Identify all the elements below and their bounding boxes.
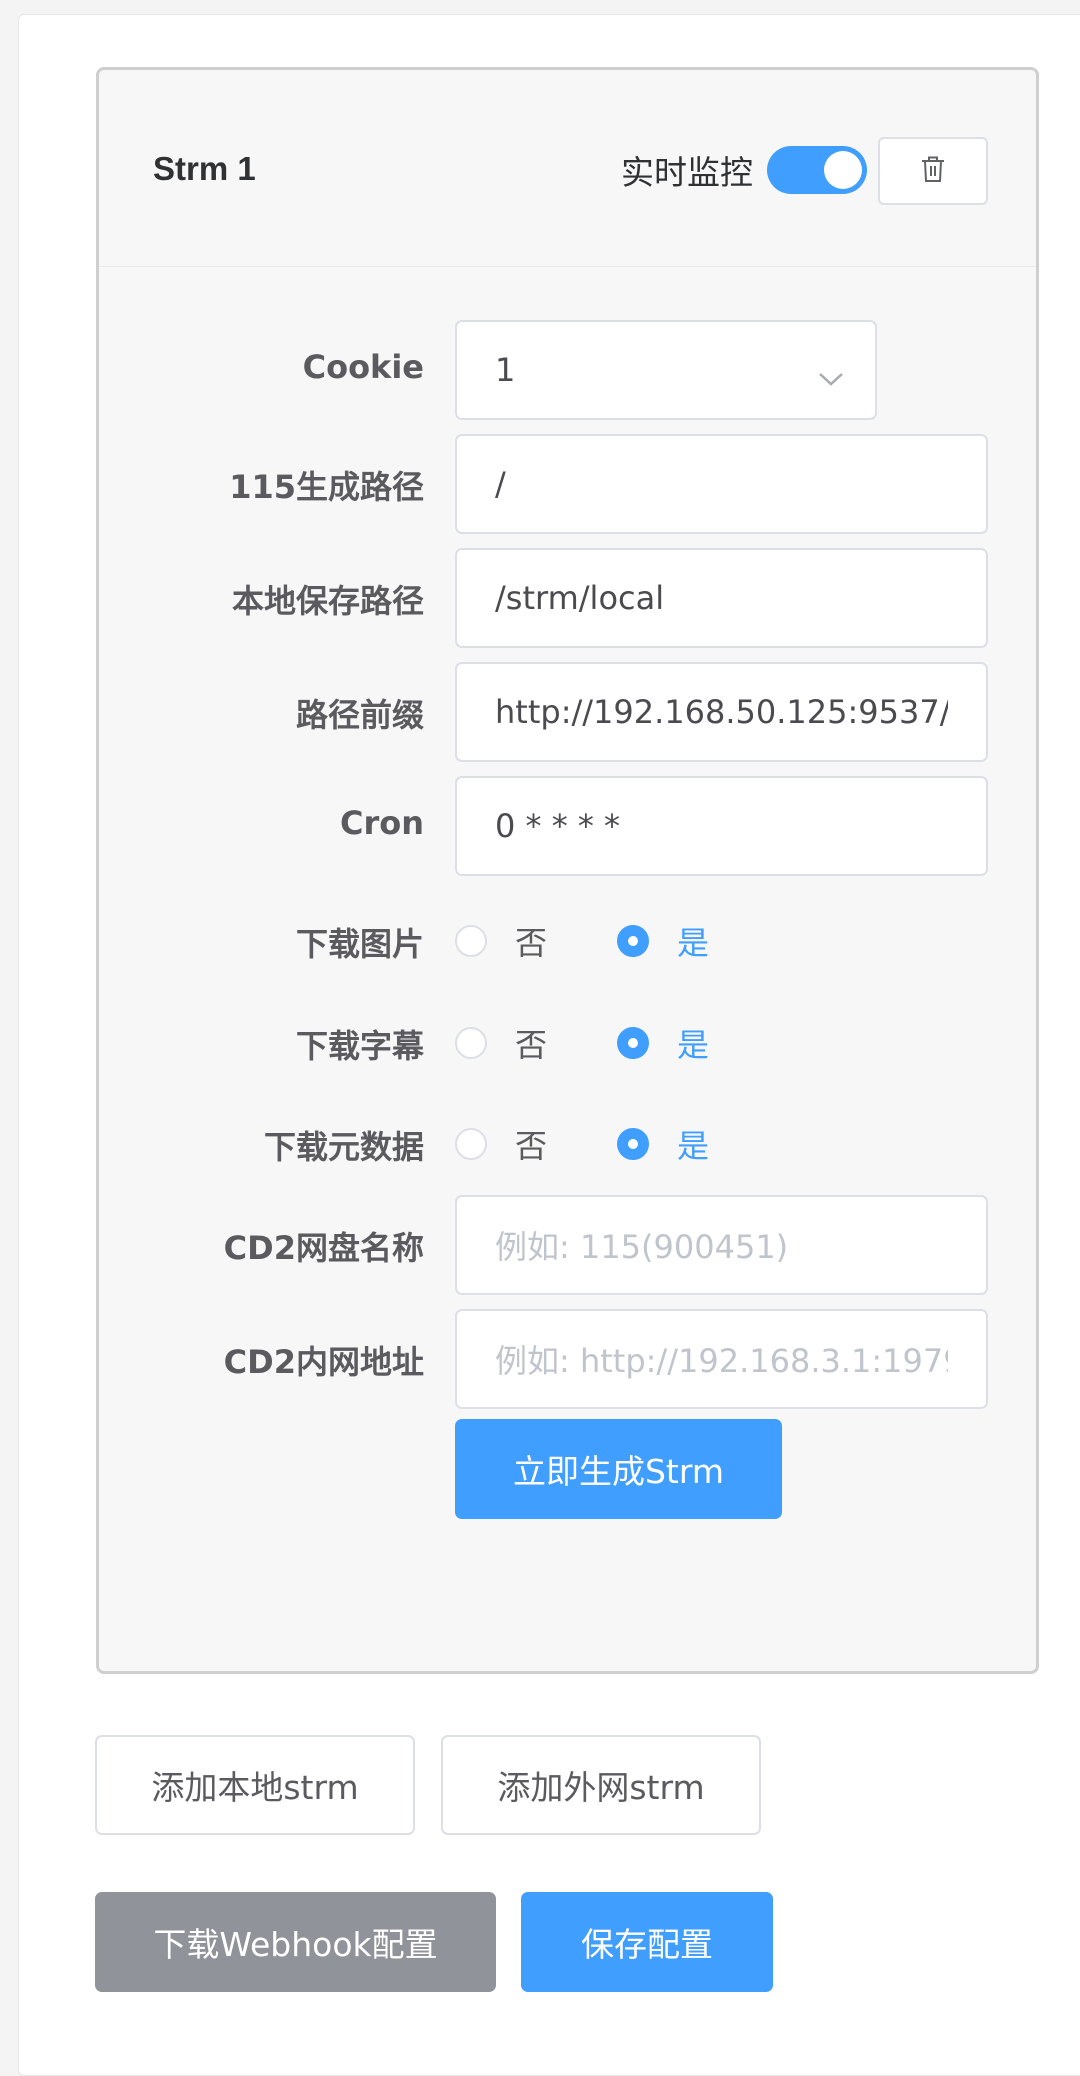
radio-label: 是 bbox=[677, 1026, 710, 1064]
cron-label: Cron bbox=[339, 804, 424, 842]
prefix-label: 路径前缀 bbox=[295, 696, 424, 734]
download-images-label: 下载图片 bbox=[295, 925, 424, 963]
generate-strm-button[interactable]: 立即生成Strm bbox=[455, 1419, 782, 1519]
switch-knob bbox=[824, 151, 862, 189]
radio-label: 是 bbox=[677, 1127, 710, 1165]
cookie-select[interactable]: 1 bbox=[455, 320, 877, 420]
radio-circle-checked bbox=[617, 1128, 650, 1160]
radio-label: 是 bbox=[677, 924, 710, 962]
gen-path-label: 115生成路径 bbox=[229, 468, 424, 506]
cd2-name-placeholder: 例如: 115(900451) bbox=[495, 1228, 789, 1266]
radio-circle-checked bbox=[617, 1027, 650, 1059]
cd2-name-input[interactable]: 例如: 115(900451) bbox=[455, 1195, 988, 1295]
download-metadata-yes-radio[interactable]: 是 bbox=[617, 1121, 709, 1167]
download-metadata-no-radio[interactable]: 否 bbox=[455, 1121, 547, 1167]
save-config-button[interactable]: 保存配置 bbox=[521, 1892, 773, 1992]
add-external-strm-button[interactable]: 添加外网strm bbox=[441, 1735, 761, 1835]
cookie-value: 1 bbox=[495, 351, 516, 389]
download-subtitles-label: 下载字幕 bbox=[295, 1027, 424, 1065]
cd2-url-input[interactable]: 例如: http://192.168.3.1:1979 bbox=[455, 1309, 988, 1409]
realtime-monitor-label: 实时监控 bbox=[621, 153, 753, 192]
cookie-label: Cookie bbox=[302, 348, 424, 386]
strm-card: Strm 1 实时监控 Cookie 1 115生成路径 / 本地保存路径 /s… bbox=[96, 67, 1039, 1674]
add-local-strm-button[interactable]: 添加本地strm bbox=[95, 1735, 415, 1835]
radio-label: 否 bbox=[515, 924, 548, 962]
cd2-url-placeholder: 例如: http://192.168.3.1:1979 bbox=[495, 1342, 948, 1380]
download-subtitles-radio-group: 否 是 bbox=[455, 1018, 779, 1068]
prefix-value: http://192.168.50.125:9537/a bbox=[495, 693, 948, 731]
gen-path-input[interactable]: / bbox=[455, 434, 988, 534]
radio-label: 否 bbox=[515, 1127, 548, 1165]
radio-circle-checked bbox=[617, 925, 650, 957]
delete-button[interactable] bbox=[878, 137, 988, 205]
cron-value: 0 * * * * bbox=[495, 807, 621, 845]
cd2-name-label: CD2网盘名称 bbox=[223, 1229, 424, 1267]
download-metadata-radio-group: 否 是 bbox=[455, 1119, 779, 1169]
download-images-yes-radio[interactable]: 是 bbox=[617, 918, 709, 964]
gen-path-value: / bbox=[495, 465, 506, 503]
card-header: Strm 1 实时监控 bbox=[99, 70, 1036, 267]
cd2-url-label: CD2内网地址 bbox=[223, 1343, 424, 1381]
card-title: Strm 1 bbox=[153, 150, 256, 187]
download-images-radio-group: 否 是 bbox=[455, 916, 779, 966]
chevron-down-icon bbox=[817, 358, 845, 396]
cron-input[interactable]: 0 * * * * bbox=[455, 776, 988, 876]
local-path-input[interactable]: /strm/local bbox=[455, 548, 988, 648]
download-images-no-radio[interactable]: 否 bbox=[455, 918, 547, 964]
radio-circle bbox=[455, 925, 487, 957]
download-subtitles-yes-radio[interactable]: 是 bbox=[617, 1020, 709, 1066]
download-metadata-label: 下载元数据 bbox=[263, 1128, 424, 1166]
radio-circle bbox=[455, 1027, 487, 1059]
local-path-label: 本地保存路径 bbox=[231, 582, 424, 620]
realtime-monitor-switch[interactable] bbox=[767, 146, 867, 194]
prefix-input[interactable]: http://192.168.50.125:9537/a bbox=[455, 662, 988, 762]
trash-icon bbox=[920, 155, 946, 187]
download-webhook-config-button[interactable]: 下载Webhook配置 bbox=[95, 1892, 496, 1992]
local-path-value: /strm/local bbox=[495, 579, 665, 617]
radio-label: 否 bbox=[515, 1026, 548, 1064]
download-subtitles-no-radio[interactable]: 否 bbox=[455, 1020, 547, 1066]
radio-circle bbox=[455, 1128, 487, 1160]
